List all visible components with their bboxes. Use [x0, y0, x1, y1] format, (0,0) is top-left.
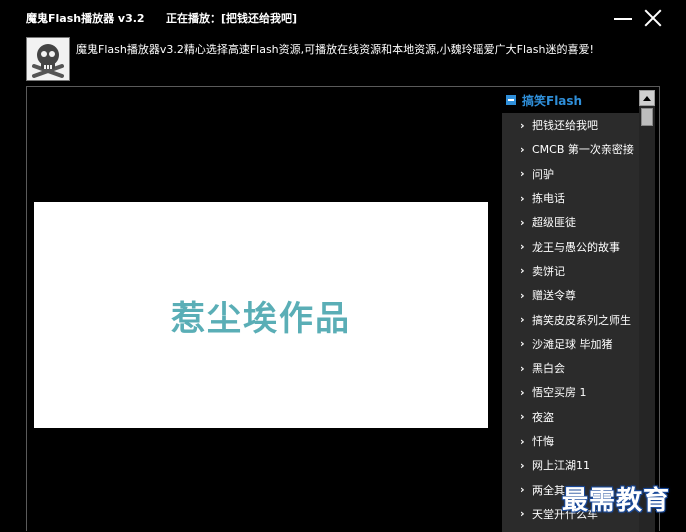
playlist-item-label: 夜盗: [532, 410, 554, 424]
watermark-text: 最需教育: [562, 486, 671, 516]
playlist-item-label: 两全其: [532, 483, 565, 497]
playlist-item[interactable]: › 黑白会: [502, 356, 639, 380]
playlist-item-label: 拣电话: [532, 192, 565, 206]
chevron-right-icon: ›: [520, 458, 525, 472]
chevron-right-icon: ›: [520, 337, 525, 351]
chevron-right-icon: ›: [520, 240, 525, 254]
playlist-item-label: 赠送令尊: [532, 289, 576, 303]
playlist-item[interactable]: › 把钱还给我吧: [502, 113, 639, 137]
playlist-item-label: 超级匪徒: [532, 216, 576, 230]
playlist-item[interactable]: › 悟空买房 1: [502, 380, 639, 404]
chevron-right-icon: ›: [520, 167, 525, 181]
category-label: 搞笑Flash: [522, 93, 583, 108]
playlist-item[interactable]: › 卖饼记: [502, 259, 639, 283]
chevron-right-icon: ›: [520, 191, 525, 205]
playlist-item-label: 问驴: [532, 167, 554, 181]
playlist-item[interactable]: › 拣电话: [502, 186, 639, 210]
flash-canvas[interactable]: 惹尘埃作品: [34, 202, 488, 428]
chevron-right-icon: ›: [520, 385, 525, 399]
playlist-item-label: 忏悔: [532, 435, 554, 448]
playlist-item[interactable]: › 超级匪徒: [502, 210, 639, 234]
playlist-item-label: 网上江湖11: [532, 459, 590, 473]
playlist-category[interactable]: 搞笑Flash: [502, 87, 639, 113]
playlist-item[interactable]: › 夜盗: [502, 405, 639, 429]
chevron-right-icon: ›: [520, 410, 525, 424]
playlist-item-label: 黑白会: [532, 362, 565, 376]
app-title: 魔鬼Flash播放器 v3.2: [26, 12, 145, 25]
chevron-right-icon: ›: [520, 142, 525, 156]
player-frame: 惹尘埃作品 搞笑Flash › 把钱还给我吧 › CMCB 第一次亲密接 › 问驴 › 拣电话…: [26, 86, 660, 532]
scroll-up-button[interactable]: [639, 90, 655, 106]
playlist-item-label: 搞笑皮皮系列之师生: [532, 313, 631, 327]
skull-crossbones-icon: [26, 37, 70, 81]
chevron-right-icon: ›: [520, 313, 525, 327]
scroll-thumb[interactable]: [641, 108, 653, 126]
playlist-scrollbar[interactable]: [639, 90, 655, 532]
minimize-button[interactable]: [612, 8, 634, 28]
playlist-item-label: 沙滩足球 毕加猪: [532, 337, 613, 351]
playlist-panel: 搞笑Flash › 把钱还给我吧 › CMCB 第一次亲密接 › 问驴 › 拣电话 › 超级匪徒 ›…: [502, 87, 659, 532]
playlist-item-label: 卖饼记: [532, 264, 565, 278]
playlist-item-label: CMCB 第一次亲密接: [532, 143, 634, 157]
close-button[interactable]: [642, 8, 664, 28]
playlist-items: › 把钱还给我吧 › CMCB 第一次亲密接 › 问驴 › 拣电话 › 超级匪徒 › 龙王与愚公的故事…: [502, 113, 639, 532]
chevron-right-icon: ›: [520, 361, 525, 375]
playlist-item[interactable]: › 赠送令尊: [502, 283, 639, 307]
playlist-item[interactable]: › 网上江湖11: [502, 453, 639, 477]
chevron-right-icon: ›: [520, 507, 525, 521]
playlist-item-label: 把钱还给我吧: [532, 119, 598, 133]
playlist-item[interactable]: › CMCB 第一次亲密接: [502, 137, 639, 161]
now-playing-label: 正在播放：[把钱还给我吧]: [166, 12, 298, 25]
chevron-right-icon: ›: [520, 483, 525, 497]
playlist-item-label: 龙王与愚公的故事: [532, 240, 620, 254]
chevron-right-icon: ›: [520, 215, 525, 229]
playlist-item-label: 悟空买房 1: [532, 386, 587, 400]
flash-title-text: 惹尘埃作品: [171, 298, 351, 339]
playlist-item[interactable]: › 龙王与愚公的故事: [502, 234, 639, 258]
chevron-right-icon: ›: [520, 434, 525, 448]
playlist-item[interactable]: › 忏悔: [502, 429, 639, 453]
chevron-right-icon: ›: [520, 118, 525, 132]
playlist-item[interactable]: › 沙滩足球 毕加猪: [502, 332, 639, 356]
title-bar: 魔鬼Flash播放器 v3.2 正在播放：[把钱还给我吧]: [0, 0, 686, 34]
chevron-right-icon: ›: [520, 288, 525, 302]
playlist-item[interactable]: › 搞笑皮皮系列之师生: [502, 307, 639, 331]
collapse-icon[interactable]: [506, 95, 516, 105]
playlist-item[interactable]: › 问驴: [502, 162, 639, 186]
chevron-right-icon: ›: [520, 264, 525, 278]
app-description: 魔鬼Flash播放器v3.2精心选择高速Flash资源,可播放在线资源和本地资源…: [76, 43, 594, 56]
flash-stage[interactable]: 惹尘埃作品: [27, 87, 497, 532]
